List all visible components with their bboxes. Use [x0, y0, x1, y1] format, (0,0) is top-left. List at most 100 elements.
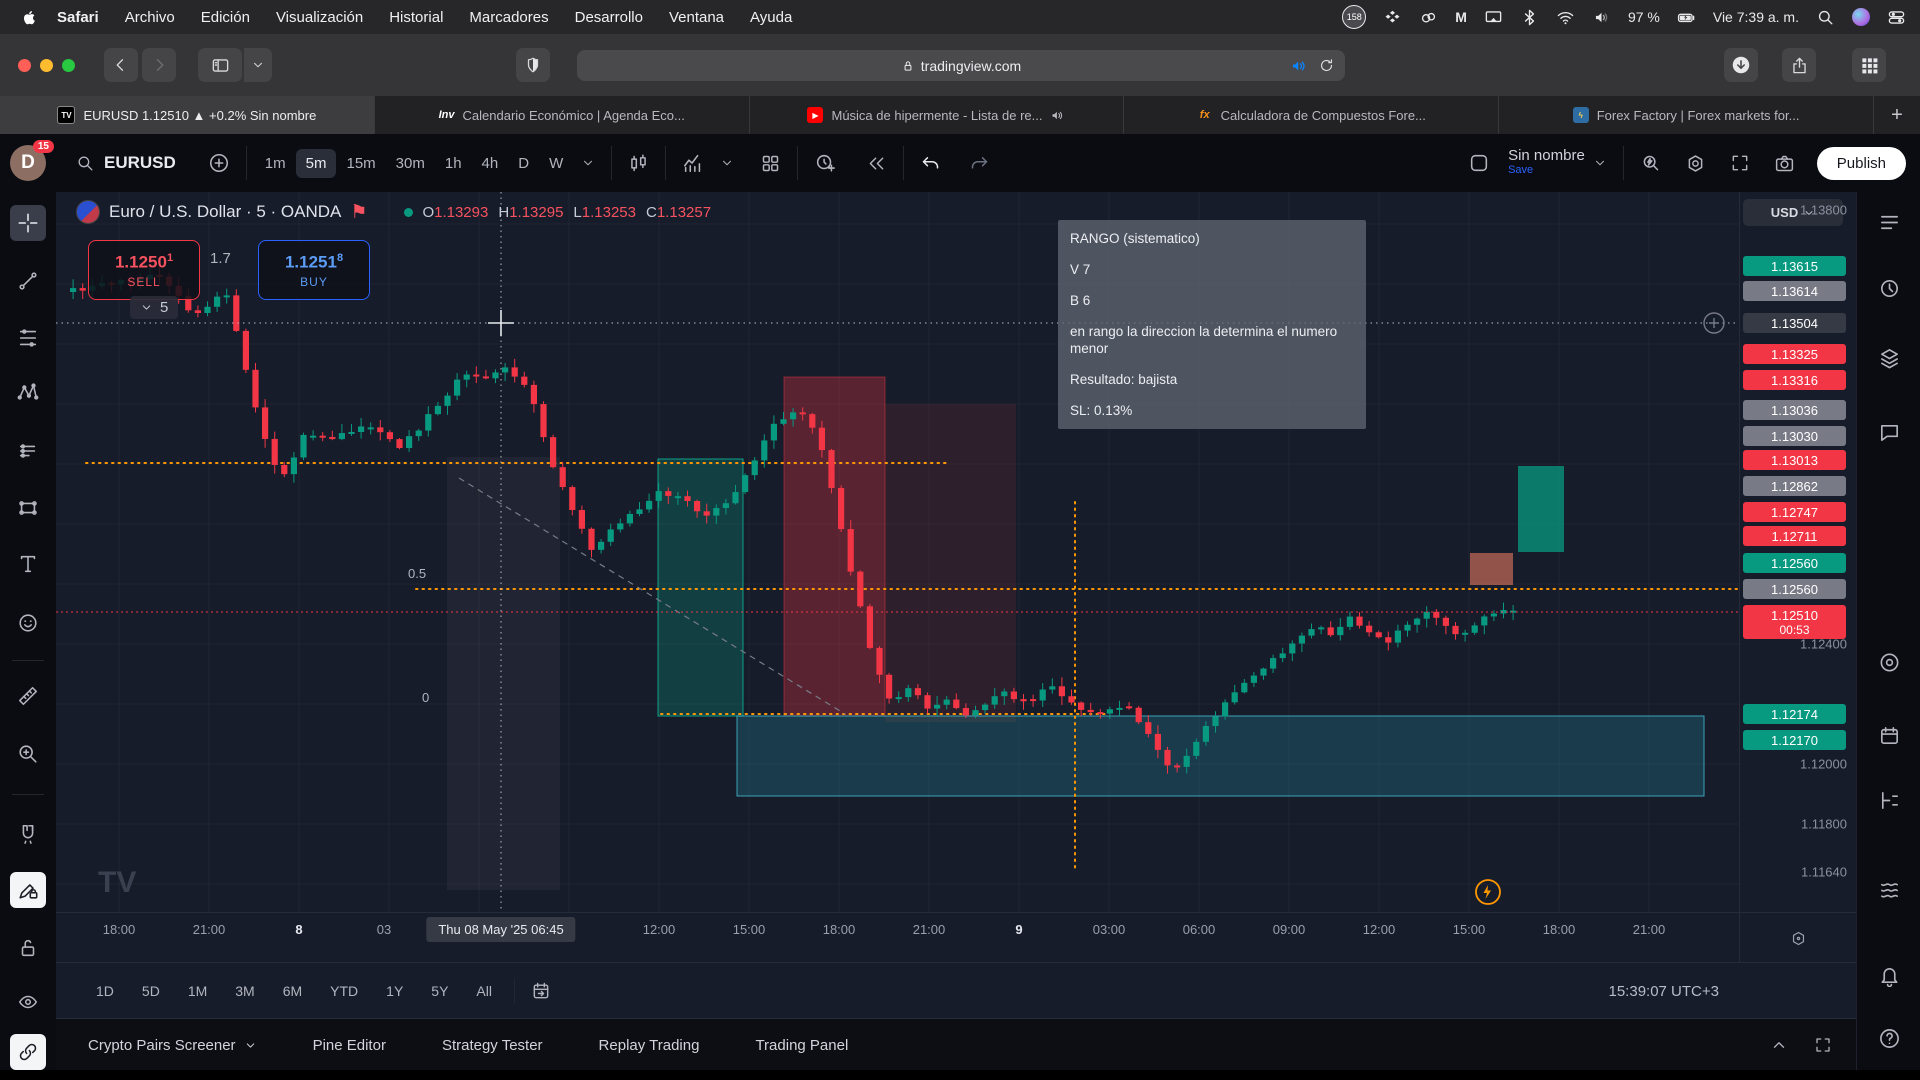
- panel-tab-trading-panel[interactable]: Trading Panel: [755, 1037, 848, 1054]
- snapshot-camera-icon[interactable]: [1766, 147, 1803, 180]
- menu-item-safari[interactable]: Safari: [57, 9, 99, 26]
- layout-chevron[interactable]: [1585, 150, 1615, 176]
- browser-tab[interactable]: fxCalculadora de Compuestos Fore...: [1124, 96, 1499, 134]
- browser-tab[interactable]: TVEURUSD 1.12510 ▲ +0.2% Sin nombre: [0, 96, 375, 134]
- timeframe-1h[interactable]: 1h: [435, 149, 472, 178]
- timeframe-15m[interactable]: 15m: [336, 149, 385, 178]
- object-tree-button[interactable]: [1871, 340, 1907, 376]
- browser-tab[interactable]: ▶Música de hipermente - Lista de re...: [750, 96, 1125, 134]
- indicators-button[interactable]: [674, 146, 712, 180]
- eye-tool[interactable]: [10, 984, 46, 1020]
- candlestick-chart[interactable]: 0.50TV: [56, 192, 1739, 912]
- buy-button[interactable]: 1.12518 BUY: [258, 240, 370, 300]
- collapsed-indicators-toggle[interactable]: 5: [130, 296, 178, 319]
- reload-icon[interactable]: [1318, 57, 1335, 74]
- browser-tab[interactable]: InvCalendario Económico | Agenda Eco...: [375, 96, 750, 134]
- xabcd-pattern-tool[interactable]: [10, 374, 46, 410]
- sell-button[interactable]: 1.12501 SELL: [88, 240, 200, 300]
- redo-button[interactable]: [961, 147, 998, 180]
- axis-gear-icon[interactable]: [1790, 930, 1807, 947]
- range-5d[interactable]: 5D: [131, 977, 171, 1005]
- spotlight-icon[interactable]: [1816, 8, 1835, 27]
- range-1d[interactable]: 1D: [85, 977, 125, 1005]
- menu-item-ventana[interactable]: Ventana: [669, 9, 724, 26]
- range-all[interactable]: All: [465, 977, 503, 1005]
- battery-percent[interactable]: 97 %: [1628, 9, 1660, 25]
- waves-button[interactable]: [1871, 870, 1907, 906]
- timeframe-chevron[interactable]: [573, 150, 603, 176]
- alert-button[interactable]: [806, 146, 844, 180]
- bell-button[interactable]: [1871, 957, 1907, 993]
- unlock-tool[interactable]: [10, 930, 46, 966]
- streams-target-button[interactable]: [1871, 644, 1907, 680]
- symbol-search-button[interactable]: EURUSD: [68, 147, 184, 179]
- panel-tab-pine-editor[interactable]: Pine Editor: [313, 1037, 386, 1054]
- tab-audio-icon[interactable]: [1050, 108, 1065, 123]
- panel-collapse-icon[interactable]: [1770, 1036, 1788, 1054]
- volume-icon[interactable]: [1592, 8, 1611, 27]
- replay-button[interactable]: [858, 147, 895, 180]
- bluetooth-icon[interactable]: [1520, 8, 1539, 27]
- menu-item-edición[interactable]: Edición: [201, 9, 250, 26]
- control-center-icon[interactable]: [1887, 8, 1906, 27]
- screener-tab[interactable]: Crypto Pairs Screener: [88, 1037, 257, 1054]
- crosshair-tool[interactable]: [10, 205, 46, 241]
- calendar-button[interactable]: [1871, 717, 1907, 753]
- trend-line-tool[interactable]: [10, 263, 46, 299]
- time-axis[interactable]: 18:0021:0080312:0015:0018:0021:00903:000…: [56, 912, 1739, 963]
- apple-logo-icon[interactable]: [22, 9, 39, 26]
- ruler-tool[interactable]: [10, 678, 46, 714]
- sidebar-chevron-button[interactable]: [244, 48, 272, 82]
- menu-item-historial[interactable]: Historial: [389, 9, 443, 26]
- save-link[interactable]: Save: [1508, 163, 1585, 178]
- creative-cloud-icon[interactable]: [1419, 8, 1438, 27]
- wifi-icon[interactable]: [1556, 8, 1575, 27]
- panel-tab-replay-trading[interactable]: Replay Trading: [599, 1037, 700, 1054]
- range-6m[interactable]: 6M: [272, 977, 313, 1005]
- sidebar-button[interactable]: [198, 48, 242, 82]
- compare-add-button[interactable]: [200, 146, 238, 180]
- menu-item-ayuda[interactable]: Ayuda: [750, 9, 792, 26]
- minimize-window-button[interactable]: [40, 59, 53, 72]
- rectangle-tool[interactable]: [10, 490, 46, 526]
- chart-legend[interactable]: Euro / U.S. Dollar · 5 · OANDA ⚑ O1.1329…: [76, 200, 711, 224]
- draw-lock-tool[interactable]: [10, 872, 46, 908]
- watchlist-button[interactable]: [1871, 204, 1907, 240]
- chat-button[interactable]: [1871, 414, 1907, 450]
- menu-item-archivo[interactable]: Archivo: [125, 9, 175, 26]
- link-tool[interactable]: [10, 1034, 46, 1070]
- quick-search-icon[interactable]: [1632, 147, 1669, 180]
- publish-button[interactable]: Publish: [1817, 147, 1906, 180]
- new-tab-button[interactable]: +: [1874, 96, 1920, 134]
- flag-marker-icon[interactable]: ⚑: [350, 201, 367, 224]
- goto-date-icon[interactable]: [523, 975, 559, 1007]
- tab-overview-button[interactable]: [1852, 48, 1886, 82]
- axis-settings-corner[interactable]: [1739, 912, 1857, 963]
- save-checkbox[interactable]: [1460, 146, 1498, 180]
- fib-retracement-tool[interactable]: [10, 320, 46, 356]
- price-axis[interactable]: USD 1.138001.136151.136141.135041.133251…: [1739, 192, 1857, 912]
- timeframe-5m[interactable]: 5m: [296, 149, 337, 178]
- downloads-button[interactable]: [1724, 48, 1758, 82]
- session-clock[interactable]: 15:39:07 UTC+3: [1609, 983, 1720, 1000]
- close-window-button[interactable]: [18, 59, 31, 72]
- magnet-tool[interactable]: [10, 816, 46, 852]
- timeframe-W[interactable]: W: [539, 149, 573, 178]
- range-3m[interactable]: 3M: [224, 977, 265, 1005]
- forward-button[interactable]: [142, 48, 176, 82]
- screen-mirroring-icon[interactable]: [1484, 8, 1503, 27]
- menu-item-visualización[interactable]: Visualización: [276, 9, 363, 26]
- browser-tab[interactable]: ϟForex Factory | Forex markets for...: [1499, 96, 1874, 134]
- undo-button[interactable]: [912, 147, 949, 180]
- symbol-title[interactable]: Euro / U.S. Dollar · 5 · OANDA: [109, 202, 341, 222]
- emoji-tool[interactable]: [10, 605, 46, 641]
- malwarebytes-icon[interactable]: M: [1455, 9, 1467, 25]
- zoom-in-tool[interactable]: [10, 736, 46, 772]
- app-badge[interactable]: 158: [1342, 5, 1366, 29]
- help-button[interactable]: [1871, 1020, 1907, 1056]
- chart-style-button[interactable]: [620, 147, 657, 180]
- menu-item-marcadores[interactable]: Marcadores: [469, 9, 548, 26]
- forecast-tool[interactable]: [10, 433, 46, 469]
- avatar[interactable]: D15: [10, 145, 46, 181]
- alerts-clock-button[interactable]: [1871, 270, 1907, 306]
